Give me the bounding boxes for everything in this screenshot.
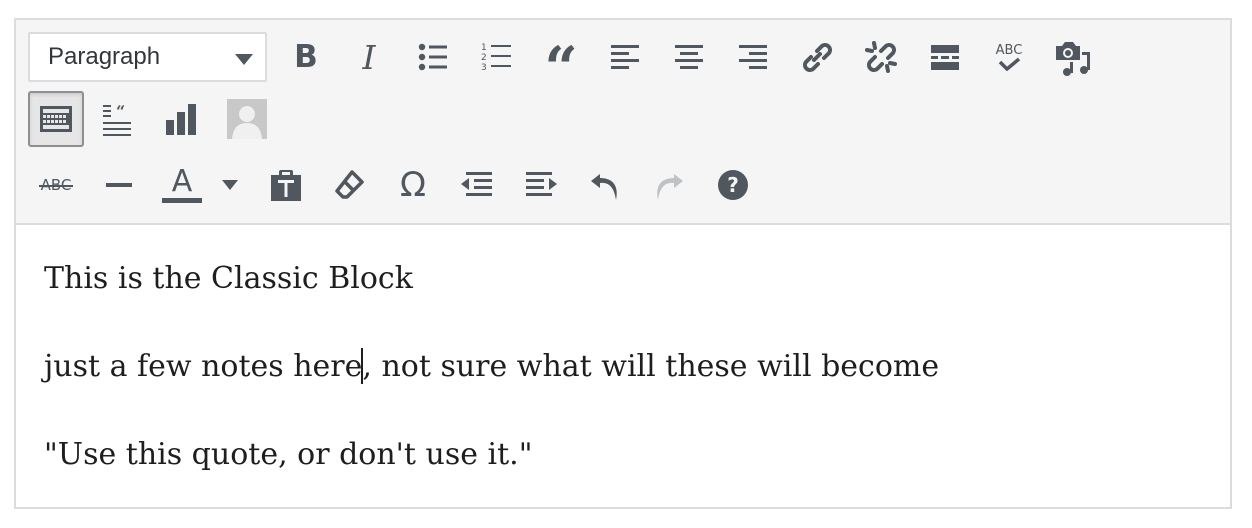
strikethrough-icon: ABC [38, 175, 74, 194]
unlink-icon [865, 41, 897, 73]
checkmark-icon [998, 57, 1021, 71]
classic-editor-block: Paragraph B I 123 “ ABC “ ABC A Ω ? This… [14, 18, 1232, 509]
outdent-icon [461, 172, 492, 196]
numbered-list-icon: 123 [481, 43, 511, 73]
chevron-down-icon [222, 180, 238, 190]
svg-text:3: 3 [481, 63, 487, 73]
paragraph[interactable]: This is the Classic Block [44, 259, 1202, 347]
link-icon [803, 43, 832, 72]
bold-icon: B [294, 39, 318, 75]
paragraph[interactable]: "Use this quote, or don't use it." [44, 435, 1202, 523]
toolbar-toggle-button[interactable] [28, 91, 84, 147]
add-media-button[interactable] [1045, 29, 1101, 85]
clipboard-icon [271, 170, 301, 201]
chart-button[interactable] [153, 91, 209, 147]
numbered-list-button[interactable]: 123 [469, 29, 525, 85]
align-left-button[interactable] [597, 29, 653, 85]
paragraph-text-before-cursor: just a few notes here [44, 349, 363, 384]
text-color-button[interactable]: A [154, 157, 210, 213]
editor-toolbar: Paragraph B I 123 “ ABC “ ABC A Ω ? [16, 20, 1230, 225]
omega-icon: Ω [400, 165, 426, 205]
align-right-icon [739, 45, 767, 69]
spellcheck-button[interactable]: ABC [981, 29, 1037, 85]
bold-button[interactable]: B [278, 29, 334, 85]
svg-text:“: “ [116, 102, 125, 121]
align-right-button[interactable] [725, 29, 781, 85]
remove-link-button[interactable] [853, 29, 909, 85]
paragraph[interactable]: just a few notes here, not sure what wil… [44, 347, 1202, 435]
avatar-button[interactable] [219, 91, 275, 147]
undo-button[interactable] [577, 157, 633, 213]
horizontal-line-button[interactable] [91, 157, 147, 213]
undo-icon [591, 174, 617, 200]
quote-icon: “ [544, 34, 578, 102]
italic-icon: I [362, 37, 376, 77]
media-icon [1056, 42, 1090, 76]
insert-link-button[interactable] [789, 29, 845, 85]
special-character-button[interactable]: Ω [385, 157, 441, 213]
strikethrough-button[interactable]: ABC [28, 157, 84, 213]
italic-button[interactable]: I [341, 29, 397, 85]
clear-formatting-button[interactable] [321, 157, 377, 213]
paragraph-text-after-cursor: , not sure what will these will become [362, 349, 940, 384]
redo-icon [657, 174, 683, 200]
bulleted-list-button[interactable] [405, 29, 461, 85]
bar-chart-icon [166, 104, 196, 135]
pullquote-button[interactable]: “ [89, 91, 145, 147]
help-icon: ? [718, 170, 748, 200]
svg-text:1: 1 [481, 43, 487, 53]
keyboard-shortcuts-button[interactable]: ? [705, 157, 761, 213]
keyboard-icon [40, 106, 72, 132]
align-left-icon [611, 45, 639, 69]
chevron-down-icon [235, 54, 253, 65]
text-color-dropdown-button[interactable] [210, 157, 250, 213]
indent-icon [526, 172, 557, 196]
increase-indent-button[interactable] [513, 157, 569, 213]
align-center-button[interactable] [661, 29, 717, 85]
redo-button[interactable] [641, 157, 697, 213]
read-more-icon [931, 45, 959, 70]
editor-content[interactable]: This is the Classic Block just a few not… [16, 225, 1230, 507]
format-select-value: Paragraph [48, 43, 161, 70]
spellcheck-label: ABC [995, 42, 1023, 58]
pullquote-icon: “ [103, 102, 131, 136]
decrease-indent-button[interactable] [449, 157, 505, 213]
eraser-icon [335, 170, 364, 199]
format-select[interactable]: Paragraph [28, 32, 267, 82]
blockquote-button[interactable]: “ [533, 29, 589, 97]
avatar-icon [227, 99, 267, 139]
read-more-button[interactable] [917, 29, 973, 85]
align-center-icon [675, 45, 703, 69]
svg-text:2: 2 [481, 53, 487, 63]
text-color-icon: A [162, 167, 202, 203]
bulleted-list-icon [418, 43, 447, 71]
horizontal-line-icon [106, 183, 132, 187]
paste-as-text-button[interactable] [258, 157, 314, 213]
